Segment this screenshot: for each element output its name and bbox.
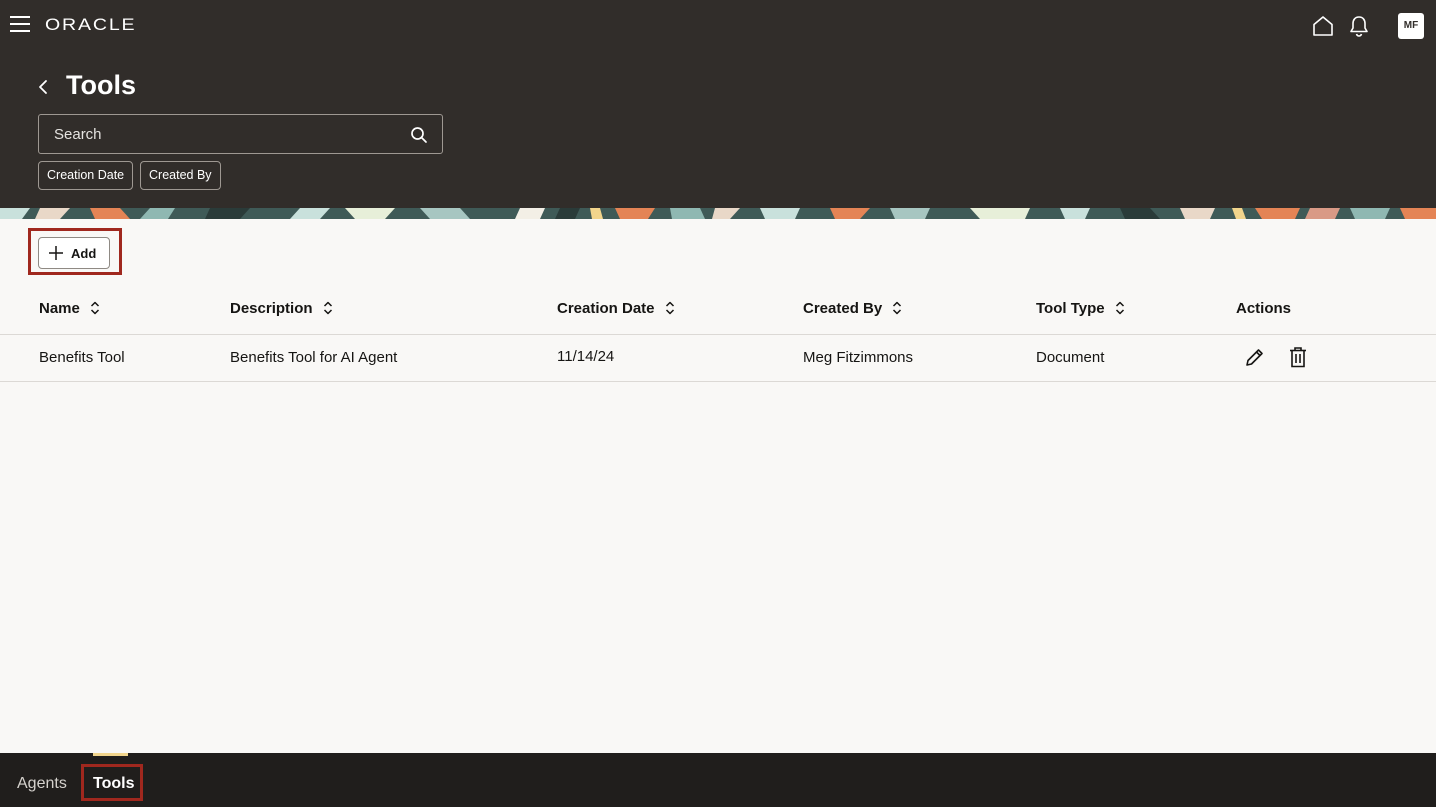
column-header-label: Name: [39, 300, 80, 317]
selected-tab-indicator: [93, 753, 128, 756]
add-button-label: Add: [71, 246, 97, 261]
column-header-creation-date[interactable]: Creation Date: [557, 300, 675, 317]
back-icon[interactable]: [35, 78, 53, 96]
table-divider: [0, 381, 1436, 382]
header: ORACLE MF Tools Search Creation Date Cre…: [0, 0, 1436, 208]
cell-description: Benefits Tool for AI Agent: [230, 349, 398, 366]
oracle-logo: ORACLE: [45, 15, 137, 34]
cell-creation-date: 11/14/24: [557, 348, 615, 365]
bell-icon[interactable]: [1348, 14, 1370, 38]
sort-icon[interactable]: [90, 301, 100, 315]
column-header-label: Creation Date: [557, 300, 655, 317]
trash-icon[interactable]: [1288, 346, 1308, 368]
edit-pencil-icon[interactable]: [1244, 347, 1265, 368]
column-header-label: Description: [230, 300, 313, 317]
column-header-tool-type[interactable]: Tool Type: [1036, 300, 1125, 317]
bottom-nav: [0, 753, 1436, 807]
table-row[interactable]: [0, 335, 1436, 381]
add-button[interactable]: Add: [38, 237, 110, 269]
cell-name[interactable]: Benefits Tool: [39, 349, 125, 366]
filter-chip-creation-date[interactable]: Creation Date: [38, 161, 134, 190]
column-header-name[interactable]: Name: [39, 300, 100, 317]
search-icon[interactable]: [410, 126, 428, 144]
sort-icon[interactable]: [323, 301, 333, 315]
avatar[interactable]: MF: [1398, 13, 1424, 39]
filter-chip-created-by[interactable]: Created By: [140, 161, 221, 190]
column-header-label: Created By: [803, 300, 883, 317]
search-input[interactable]: Search: [38, 114, 443, 154]
column-header-label: Actions: [1236, 300, 1292, 317]
column-header-created-by[interactable]: Created By: [803, 300, 902, 317]
tools-tab-highlight: [81, 764, 143, 801]
sort-icon[interactable]: [1115, 301, 1125, 315]
tab-agents[interactable]: Agents: [17, 775, 67, 793]
page-title: Tools: [66, 70, 136, 100]
column-header-actions: Actions: [1236, 300, 1291, 317]
hamburger-menu-icon[interactable]: [10, 16, 30, 36]
column-header-label: Tool Type: [1036, 300, 1105, 317]
sort-icon[interactable]: [892, 301, 902, 315]
decorative-banner: [0, 208, 1436, 219]
column-header-description[interactable]: Description: [230, 300, 333, 317]
search-placeholder: Search: [54, 126, 102, 143]
cell-created-by: Meg Fitzimmons: [803, 349, 914, 366]
cell-tool-type: Document: [1036, 349, 1105, 366]
plus-icon: [49, 246, 63, 260]
sort-icon[interactable]: [665, 301, 675, 315]
home-icon[interactable]: [1311, 14, 1335, 38]
